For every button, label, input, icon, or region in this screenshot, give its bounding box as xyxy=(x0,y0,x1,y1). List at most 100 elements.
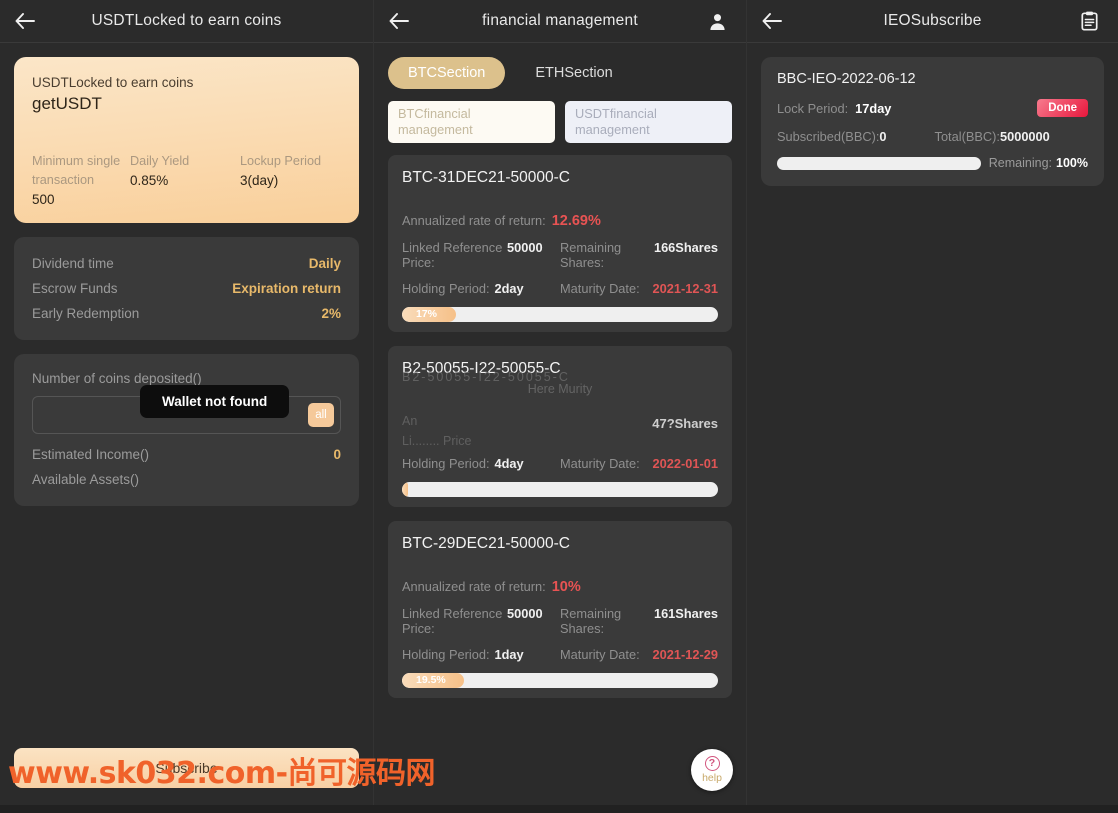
back-icon[interactable] xyxy=(755,0,789,43)
financial-type-tabs: BTCfinancial management USDTfinancial ma… xyxy=(374,89,746,143)
remaining-shares-value: 166Shares xyxy=(653,240,718,255)
remaining-value: 100% xyxy=(1056,156,1088,170)
left-header: USDTLocked to earn coins xyxy=(0,0,373,43)
remaining-shares-label: Remaining Shares: xyxy=(560,606,622,636)
left-body: USDTLocked to earn coins getUSDT Minimum… xyxy=(0,43,373,507)
ieo-name: BBC-IEO-2022-06-12 xyxy=(777,71,916,87)
panel-ieo-subscribe: IEOSubscribe BBC-IEO-2022-06-12 Lock Per… xyxy=(746,0,1118,805)
product-card[interactable]: BTC-31DEC21-50000-C Annualized rate of r… xyxy=(388,155,732,332)
product-annualized-line: Annualized rate of return: 10% xyxy=(402,579,718,595)
term-label: Escrow Funds xyxy=(32,281,118,297)
bottom-strip xyxy=(0,805,1118,813)
available-assets-label: Available Assets() xyxy=(32,472,140,488)
section-tabs: BTCSection ETHSection xyxy=(374,43,746,89)
maturity-date-group: Maturity Date: 2022-01-01 xyxy=(560,456,718,471)
maturity-date-label: Maturity Date: xyxy=(560,456,640,471)
product-hero-card: USDTLocked to earn coins getUSDT Minimum… xyxy=(14,57,359,224)
term-row: Early Redemption 2% xyxy=(32,301,341,326)
total-value: 5000000 xyxy=(999,129,1050,144)
user-icon[interactable] xyxy=(700,0,734,43)
holding-period-label: Holding Period: xyxy=(402,647,490,662)
lock-period-value: 17day xyxy=(855,100,892,116)
product-period-maturity-line: Holding Period: 2day Maturity Date: 2021… xyxy=(402,281,718,296)
render-artifact-line: Li........ Price xyxy=(402,434,472,448)
remaining-shares-group: Remaining Shares: 161Shares xyxy=(560,606,718,636)
annualized-value: 10% xyxy=(551,579,581,595)
panel-financial-management: financial management BTCSection ETHSecti… xyxy=(373,0,746,805)
estimated-income-row: Estimated Income() 0 xyxy=(32,442,341,467)
holding-period-label: Holding Period: xyxy=(402,281,490,296)
hero-subtitle: USDTLocked to earn coins xyxy=(32,75,194,90)
render-artifact-line: Here Murity xyxy=(527,382,593,396)
product-period-maturity-line: Holding Period: 1day Maturity Date: 2021… xyxy=(402,647,718,662)
linked-price-label: Linked Reference Price: xyxy=(402,240,503,270)
term-value: 2% xyxy=(321,306,341,322)
remaining-group: Remaining: 100% xyxy=(989,156,1088,170)
subscribed-label: Subscribed(BBC): xyxy=(777,129,880,144)
hero-stat-yield-value: 0.85% xyxy=(130,173,169,189)
clipboard-icon[interactable] xyxy=(1072,0,1106,43)
product-progress-bar: 17% xyxy=(402,307,718,322)
hero-title: getUSDT xyxy=(32,94,102,113)
tab-btc-section[interactable]: BTCSection xyxy=(388,57,506,89)
holding-period-group: Holding Period: 4day xyxy=(402,456,560,471)
hero-stat-min-value: 500 xyxy=(32,192,55,208)
mid-page-title: financial management xyxy=(482,12,638,29)
lock-period-label: Lock Period: xyxy=(777,100,849,116)
back-icon[interactable] xyxy=(382,0,416,43)
hero-stat-yield: Daily Yield 0.85% xyxy=(130,152,240,207)
subscribed-value: 0 xyxy=(879,129,887,144)
maturity-date-group: Maturity Date: 2021-12-29 xyxy=(560,647,718,662)
term-value: Daily xyxy=(308,256,341,272)
term-row: Escrow Funds Expiration return xyxy=(32,276,341,301)
deposit-all-button[interactable]: all xyxy=(308,403,334,428)
panel-locked-earn: USDTLocked to earn coins USDTLocked to e… xyxy=(0,0,373,805)
maturity-date-group: Maturity Date: 2021-12-31 xyxy=(560,281,718,296)
product-card[interactable]: BTC-29DEC21-50000-C Annualized rate of r… xyxy=(388,521,732,698)
linked-price-value: 50000 xyxy=(507,240,543,255)
deposit-input-wrap[interactable]: all Wallet not found xyxy=(32,385,341,435)
help-button[interactable]: ? help xyxy=(691,749,733,791)
product-price-shares-line: Linked Reference Price: 50000 Remaining … xyxy=(402,606,718,636)
hero-stat-lockup-label: Lockup Period xyxy=(240,154,322,168)
right-page-title: IEOSubscribe xyxy=(883,12,982,29)
progress-label: 17% xyxy=(416,308,438,320)
terms-card: Dividend time Daily Escrow Funds Expirat… xyxy=(14,237,359,341)
term-row: Dividend time Daily xyxy=(32,251,341,276)
maturity-date-value: 2021-12-31 xyxy=(652,281,718,296)
ieo-card[interactable]: BBC-IEO-2022-06-12 Lock Period: 17day Do… xyxy=(761,57,1104,186)
holding-period-label: Holding Period: xyxy=(402,456,490,471)
remaining-shares-label: Remaining Shares: xyxy=(560,240,622,270)
product-card[interactable]: B2-50055-I22-50055-C B2-50055-I22-50055-… xyxy=(388,346,732,507)
term-label: Early Redemption xyxy=(32,306,140,322)
mid-header: financial management xyxy=(374,0,746,43)
progress-label: 19.5% xyxy=(416,674,446,686)
holding-period-value: 1day xyxy=(494,647,524,662)
remaining-shares-value: 161Shares xyxy=(653,606,718,621)
product-progress-bar: 19.5% xyxy=(402,673,718,688)
linked-price-group: Linked Reference Price: 50000 xyxy=(402,240,560,270)
right-header: IEOSubscribe xyxy=(747,0,1118,43)
tab-btc-financial[interactable]: BTCfinancial management xyxy=(388,101,555,143)
linked-price-label: Linked Reference Price: xyxy=(402,606,503,636)
hero-stats: Minimum single transaction 500 Daily Yie… xyxy=(32,152,341,207)
product-annualized-line: Annualized rate of return: 12.69% xyxy=(402,213,718,229)
help-label: help xyxy=(702,772,722,784)
wallet-not-found-tooltip: Wallet not found xyxy=(140,385,290,419)
deposit-card: Number of coins deposited() all Wallet n… xyxy=(14,354,359,507)
remaining-shares-value: 47?Shares xyxy=(652,416,718,431)
linked-price-value: 50000 xyxy=(507,606,543,621)
term-label: Dividend time xyxy=(32,256,114,272)
subscribe-button[interactable]: Subscribe xyxy=(14,748,359,788)
render-artifact-line: An xyxy=(402,414,418,428)
hero-stat-lockup-value: 3(day) xyxy=(240,173,279,189)
subscribed-group: Subscribed(BBC): 0 xyxy=(777,129,887,144)
maturity-date-value: 2022-01-01 xyxy=(652,456,718,471)
back-icon[interactable] xyxy=(8,0,42,43)
annualized-value: 12.69% xyxy=(551,213,601,229)
product-name: BTC-29DEC21-50000-C xyxy=(402,535,570,552)
tab-usdt-financial[interactable]: USDTfinancial management xyxy=(565,101,732,143)
product-name: BTC-31DEC21-50000-C xyxy=(402,169,570,186)
tab-eth-section[interactable]: ETHSection xyxy=(515,57,632,89)
remaining-label: Remaining: xyxy=(988,156,1053,170)
